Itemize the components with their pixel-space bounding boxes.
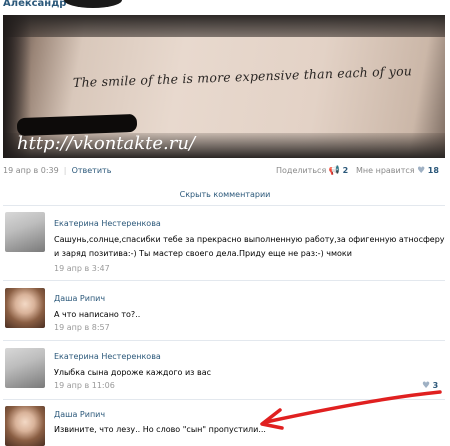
tattoo-text: The smile of the is more expensive than …	[72, 63, 413, 90]
share-label: Поделиться	[276, 166, 327, 175]
comment-text: А что написано то?..	[54, 310, 141, 319]
comment-divider	[3, 280, 445, 281]
arrow-annotation	[260, 390, 442, 430]
post-photo[interactable]: The smile of the is more expensive than …	[3, 15, 445, 158]
redaction-mark-top	[64, 0, 122, 8]
comment-date[interactable]: 19 апр в 8:57	[54, 323, 110, 332]
avatar[interactable]	[5, 212, 45, 252]
comment-date[interactable]: 19 апр в 11:06	[54, 381, 115, 390]
post-author[interactable]: Александр	[3, 0, 66, 9]
avatar[interactable]	[5, 406, 45, 446]
comment-divider	[3, 340, 445, 341]
share-area[interactable]: Поделиться 📢 2	[276, 166, 348, 176]
avatar[interactable]	[5, 348, 45, 388]
comment-author[interactable]: Даша Рипич	[54, 294, 105, 303]
comment-date[interactable]: 19 апр в 3:47	[54, 264, 110, 273]
avatar[interactable]	[5, 288, 45, 328]
photo-watermark: http://vkontakte.ru/	[17, 133, 196, 154]
post-date[interactable]: 19 апр в 0:39	[3, 166, 59, 175]
post-meta-left: 19 апр в 0:39 | Ответить	[3, 166, 111, 175]
like-count: 18	[427, 166, 439, 175]
comments-divider-top	[3, 205, 445, 206]
comment-text-line1: Сашунь,солнце,спасибки тебе за прекрасно…	[54, 235, 445, 244]
hide-comments-link[interactable]: Скрыть комментарии	[0, 190, 450, 199]
share-icon: 📢	[328, 166, 341, 176]
comment-text-line2: и заряд позитива:-) Ты мастер своего дел…	[54, 249, 352, 258]
like-area[interactable]: Мне нравится ♥ 18	[356, 166, 439, 176]
photo-shadow-top	[3, 15, 445, 37]
comment-text: Улыбка сына дороже каждого из вас	[54, 368, 211, 377]
like-label: Мне нравится	[356, 166, 415, 175]
heart-icon: ♥	[417, 166, 426, 176]
meta-separator: |	[61, 166, 70, 175]
share-count: 2	[342, 166, 349, 175]
reply-link[interactable]: Ответить	[72, 166, 112, 175]
comment-author[interactable]: Екатерина Нестеренкова	[54, 352, 161, 361]
comment-author[interactable]: Даша Рипич	[54, 410, 105, 419]
comment-author[interactable]: Екатерина Нестеренкова	[54, 219, 161, 228]
comment-text: Извините, что лезу.. Но слово "сын" проп…	[54, 425, 266, 434]
